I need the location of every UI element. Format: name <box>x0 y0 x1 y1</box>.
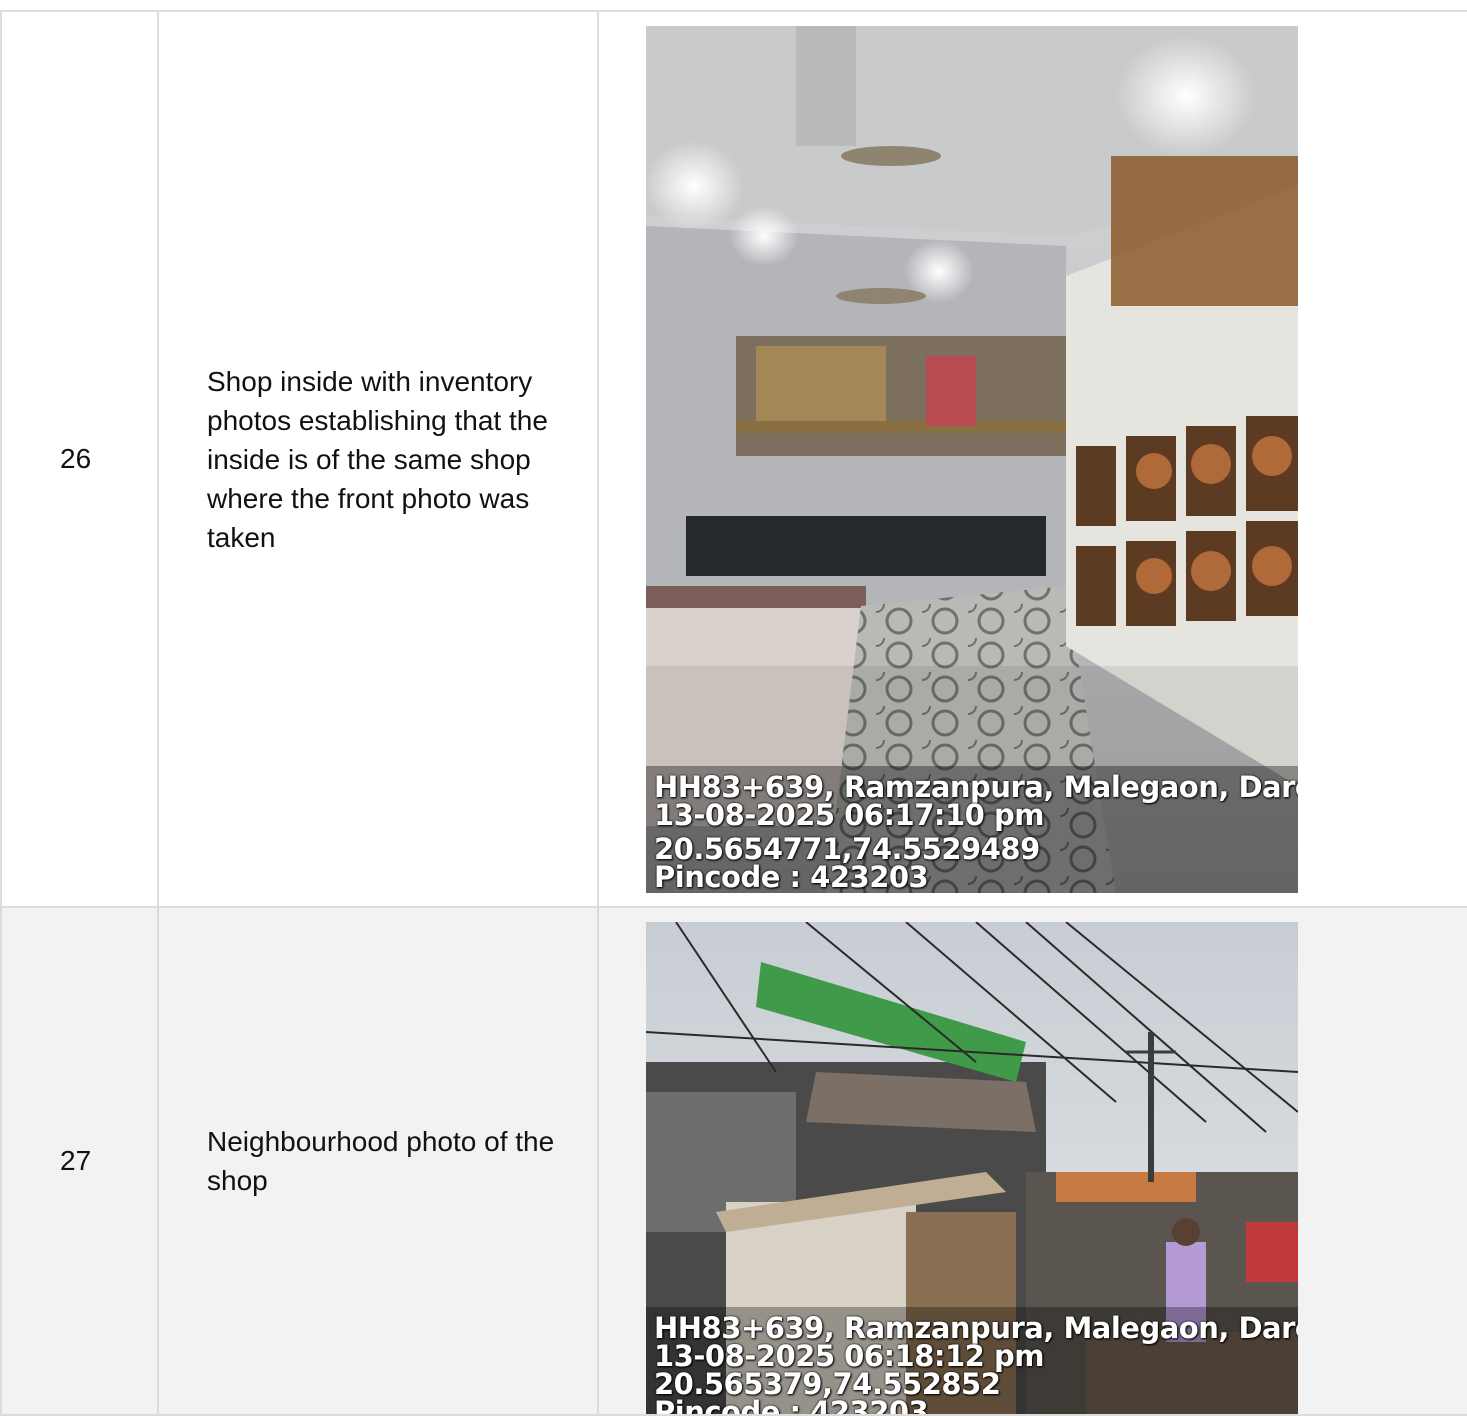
stamp-coordinates: 20.565379,74.552852 <box>654 1367 1001 1401</box>
stamp-datetime: 13-08-2025 06:18:12 pm <box>654 1339 1044 1373</box>
table-row: 26 Shop inside with inventory photos est… <box>0 10 1467 908</box>
photo-evidence-table: 26 Shop inside with inventory photos est… <box>0 10 1467 1416</box>
photo-geotag-stamp: HH83+639, Ramzanpura, Malegaon, Daregao … <box>654 1311 1298 1415</box>
stamp-coordinates: 20.5654771,74.5529489 <box>654 831 1040 866</box>
shop-interior-photo: HH83+639, Ramzanpura, Malegaon, Daregao … <box>646 25 1298 893</box>
row-description: Neighbourhood photo of the shop <box>157 906 599 1416</box>
stamp-address: HH83+639, Ramzanpura, Malegaon, Daregao <box>654 769 1298 804</box>
stamp-datetime: 13-08-2025 06:17:10 pm <box>654 797 1044 832</box>
table-row: 27 Neighbourhood photo of the shop HH83+… <box>0 906 1467 1416</box>
interior-scene-image <box>646 25 1298 893</box>
row-number: 27 <box>0 906 159 1416</box>
stamp-address: HH83+639, Ramzanpura, Malegaon, Daregao <box>654 1311 1298 1345</box>
photo-cell: HH83+639, Ramzanpura, Malegaon, Daregao … <box>597 906 1467 1416</box>
row-description: Shop inside with inventory photos establ… <box>157 10 599 908</box>
row-number: 26 <box>0 10 159 908</box>
photo-geotag-stamp: HH83+639, Ramzanpura, Malegaon, Daregao … <box>654 769 1298 893</box>
shop-neighbourhood-photo: HH83+639, Ramzanpura, Malegaon, Daregao … <box>646 922 1298 1414</box>
photo-cell: HH83+639, Ramzanpura, Malegaon, Daregao … <box>597 10 1467 908</box>
stamp-pincode: Pincode : 423203 <box>654 859 929 893</box>
